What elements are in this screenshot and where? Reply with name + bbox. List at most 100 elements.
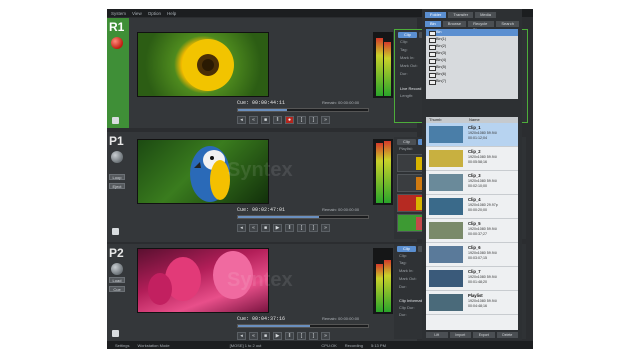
channel-r1: R1 Cue: 00:00:44:11 Remain: 00:00:00:00 …: [107, 18, 528, 128]
lock-icon[interactable]: [112, 330, 119, 337]
mark-out-icon[interactable]: ]: [309, 331, 318, 340]
loop-button[interactable]: Loop: [109, 174, 125, 180]
clip-row[interactable]: Clip_7 1920x1080 59.94i 00:01:48;20: [426, 267, 518, 291]
bin-item[interactable]: Bin(4): [426, 57, 518, 64]
bin-item[interactable]: Bin(2): [426, 43, 518, 50]
clip-duration: 00:01:48;20: [468, 280, 487, 284]
pause-icon[interactable]: ‖: [285, 223, 294, 232]
clip-row[interactable]: Playlist 1920x1080 59.94i 00:04:48;16: [426, 291, 518, 315]
tab-media[interactable]: Media: [475, 12, 496, 18]
transport-controls: ◂ « ■ ‖ ● [ ] »: [237, 115, 397, 124]
mark-in-label: Mark In:: [399, 268, 414, 273]
tab-clip[interactable]: Clip: [398, 32, 417, 38]
clip-row[interactable]: Clip_5 1920x1080 59.94i 00:00:37;27: [426, 219, 518, 243]
stop-icon[interactable]: ■: [261, 331, 270, 340]
record-lamp-icon[interactable]: [111, 37, 123, 49]
fast-forward-icon[interactable]: »: [321, 223, 330, 232]
clip-row[interactable]: Clip_4 1920x1080 29.97p 00:00:20;00: [426, 195, 518, 219]
bin-item[interactable]: Bin(3): [426, 50, 518, 57]
bin-item[interactable]: Bin(1): [426, 36, 518, 43]
tag-label: Tag:: [400, 47, 408, 52]
clip-format: 1920x1080 59.94i: [468, 131, 497, 135]
eject-button[interactable]: Eject: [109, 183, 125, 189]
pause-icon[interactable]: ‖: [285, 331, 294, 340]
clip-name: Clip_7: [468, 269, 481, 274]
load-button[interactable]: Load: [109, 277, 125, 283]
export-button[interactable]: Export: [473, 332, 495, 338]
jog-back-icon[interactable]: ◂: [237, 331, 246, 340]
channel-p2: P2 Load Cue Cue: 00:04:37:16 Remain: 00:…: [107, 244, 526, 341]
clip-label: Clip:: [400, 39, 409, 44]
pause-icon[interactable]: ‖: [273, 115, 282, 124]
clip-name: Clip_1: [468, 125, 481, 130]
workstation-mode: Workstation Mode: [137, 342, 170, 348]
menu-system[interactable]: System: [111, 11, 126, 16]
clip-thumbnail: [429, 198, 463, 215]
tab-bin[interactable]: Bin: [425, 21, 441, 27]
fast-forward-icon[interactable]: »: [321, 331, 330, 340]
lift-button[interactable]: Lift: [426, 332, 448, 338]
stop-icon[interactable]: ■: [261, 115, 270, 124]
rewind-icon[interactable]: «: [249, 223, 258, 232]
parrot-image: [190, 146, 230, 202]
clip-format: 1920x1080 29.97p: [468, 203, 498, 207]
tab-browse[interactable]: Browse: [442, 21, 467, 27]
scrub-bar[interactable]: [237, 324, 369, 328]
dur-label: Dur:: [400, 71, 408, 76]
remain-timecode: Remain: 00:00:00:00: [322, 100, 360, 105]
length-label: Length:: [400, 93, 414, 98]
scrub-bar[interactable]: [237, 108, 369, 112]
connection-status: [MOSE] 1 to 2 out: [229, 342, 262, 348]
jog-back-icon[interactable]: ◂: [237, 115, 246, 124]
mark-in-icon[interactable]: [: [297, 223, 306, 232]
rewind-icon[interactable]: «: [249, 331, 258, 340]
mark-in-icon[interactable]: [: [297, 331, 306, 340]
mark-out-label: Mark Out:: [400, 63, 418, 68]
bin-item[interactable]: Bin(7): [426, 78, 518, 85]
bin-item[interactable]: Bin(6): [426, 71, 518, 78]
fast-forward-icon[interactable]: »: [321, 115, 330, 124]
clip-duration: 00:04:48;16: [468, 304, 487, 308]
settings-status[interactable]: Settings: [115, 343, 129, 348]
tab-search[interactable]: Search: [496, 21, 519, 27]
tab-folder[interactable]: Folder: [425, 12, 447, 18]
rewind-icon[interactable]: «: [249, 115, 258, 124]
record-button[interactable]: ●: [285, 115, 294, 124]
clip-row[interactable]: Clip_1 1920x1080 59.94i 00:01:12;04: [426, 123, 518, 147]
clip-row[interactable]: Clip_3 1920x1080 59.94i 00:02:10;00: [426, 171, 518, 195]
menu-option[interactable]: Option: [148, 11, 161, 16]
stop-icon[interactable]: ■: [261, 223, 270, 232]
scrub-bar[interactable]: [237, 215, 369, 219]
play-icon[interactable]: ▶: [273, 331, 282, 340]
tab-recycle-bin[interactable]: Recycle Bin: [468, 21, 495, 32]
bin-item[interactable]: Bin: [426, 29, 518, 36]
mark-in-icon[interactable]: [: [297, 115, 306, 124]
scrub-progress: [238, 109, 288, 111]
clip-row[interactable]: Clip_2 1920x1080 59.94i 00:05:58;16: [426, 147, 518, 171]
clip-name: Clip_3: [468, 173, 481, 178]
bin-list: Bin Bin(1) Bin(2) Bin(3) Bin(4) Bin(5) B…: [426, 29, 518, 99]
clip-duration: 00:00:20;00: [468, 208, 487, 212]
tab-clip[interactable]: Clip: [397, 246, 416, 252]
tab-transfer[interactable]: Transfer: [448, 12, 474, 18]
menu-view[interactable]: View: [132, 11, 142, 16]
mark-out-icon[interactable]: ]: [309, 223, 318, 232]
clip-name: Clip_2: [468, 149, 481, 154]
delete-button[interactable]: Delete: [496, 332, 518, 338]
import-button[interactable]: Import: [449, 332, 471, 338]
lock-icon[interactable]: [112, 228, 119, 235]
tab-clip[interactable]: Clip: [397, 139, 416, 145]
play-lamp-icon[interactable]: [111, 151, 123, 163]
play-lamp-icon[interactable]: [111, 263, 123, 275]
bin-item[interactable]: Bin(5): [426, 64, 518, 71]
cpu-status: CPU:OK: [321, 342, 337, 348]
clip-thumbnail: [429, 246, 463, 263]
clip-thumbnail: [429, 150, 463, 167]
jog-back-icon[interactable]: ◂: [237, 223, 246, 232]
lock-icon[interactable]: [112, 117, 119, 124]
cue-button[interactable]: Cue: [109, 286, 125, 292]
mark-out-icon[interactable]: ]: [309, 115, 318, 124]
menu-help[interactable]: Help: [167, 11, 176, 16]
clip-row[interactable]: Clip_6 1920x1080 59.94i 00:03:07;15: [426, 243, 518, 267]
play-icon[interactable]: ▶: [273, 223, 282, 232]
